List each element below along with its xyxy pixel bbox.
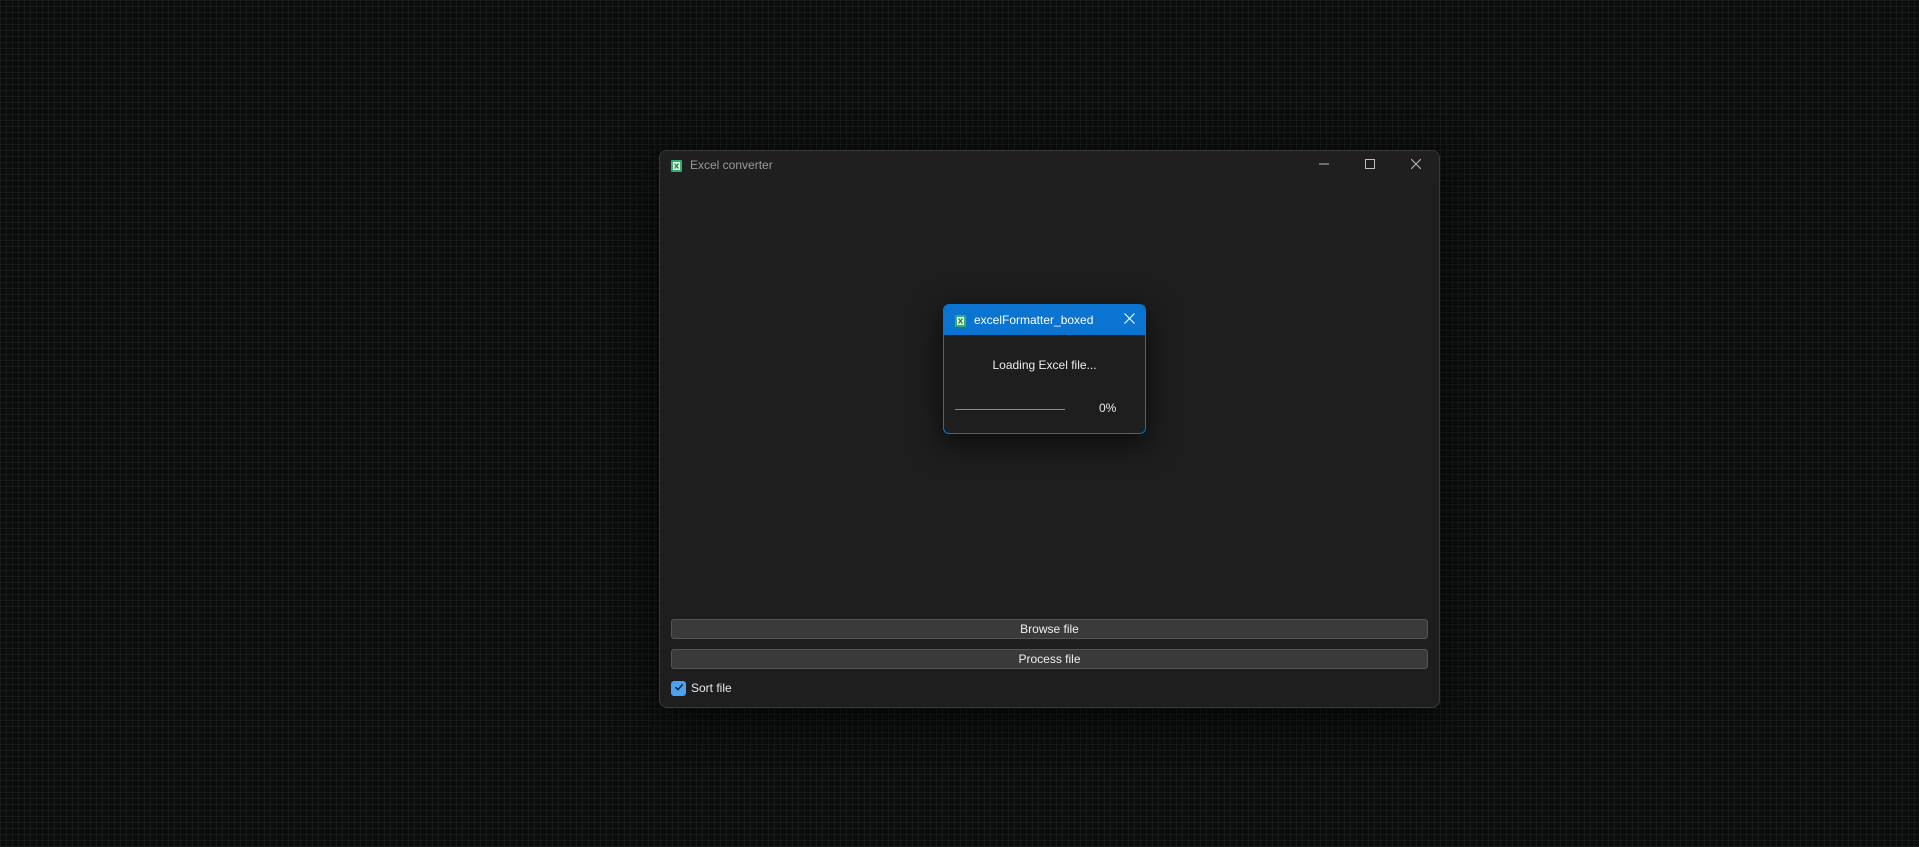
dialog-titlebar[interactable]: excelFormatter_boxed bbox=[944, 305, 1145, 335]
sort-file-label: Sort file bbox=[691, 681, 732, 695]
window-titlebar[interactable]: Excel converter bbox=[660, 151, 1439, 179]
progress-percent: 0% bbox=[1099, 401, 1117, 415]
window-title: Excel converter bbox=[690, 158, 773, 172]
close-button[interactable] bbox=[1393, 151, 1439, 179]
progress-bar bbox=[955, 409, 1065, 410]
minimize-icon bbox=[1319, 156, 1329, 174]
maximize-button[interactable] bbox=[1347, 151, 1393, 179]
process-file-button[interactable]: Process file bbox=[671, 649, 1428, 669]
sort-file-checkbox[interactable] bbox=[671, 679, 686, 697]
browse-file-button[interactable]: Browse file bbox=[671, 619, 1428, 639]
checkmark-icon bbox=[674, 679, 684, 697]
maximize-icon bbox=[1365, 156, 1375, 174]
close-icon bbox=[1123, 311, 1135, 329]
progress-dialog: excelFormatter_boxed Loading Excel file.… bbox=[943, 304, 1146, 434]
close-icon bbox=[1410, 156, 1422, 174]
dialog-close-button[interactable] bbox=[1117, 308, 1141, 332]
minimize-button[interactable] bbox=[1301, 151, 1347, 179]
sort-file-option[interactable]: Sort file bbox=[671, 679, 732, 697]
loading-message: Loading Excel file... bbox=[992, 358, 1097, 372]
excel-icon bbox=[955, 314, 966, 327]
dialog-title: excelFormatter_boxed bbox=[974, 313, 1094, 327]
excel-icon bbox=[671, 159, 682, 172]
